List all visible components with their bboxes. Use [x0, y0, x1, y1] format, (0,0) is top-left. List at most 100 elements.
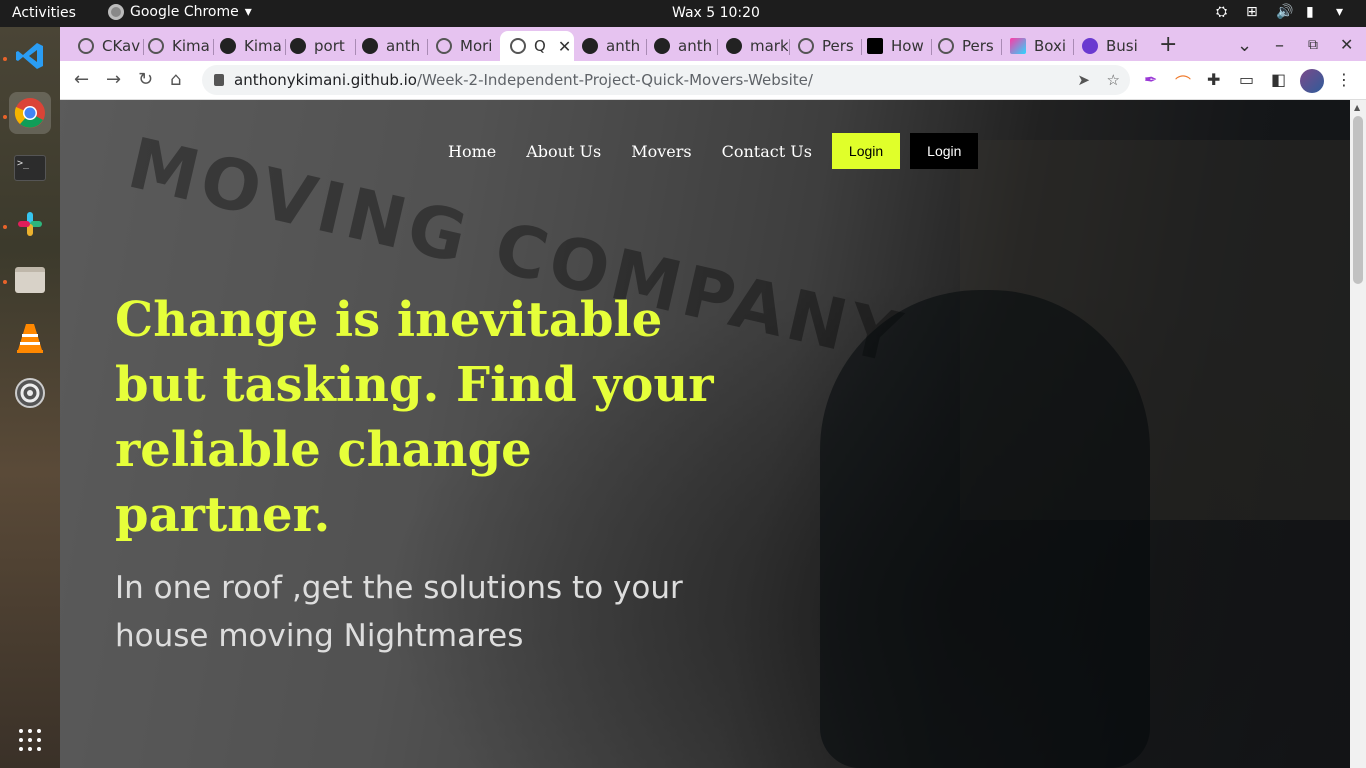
github-icon [290, 38, 306, 54]
address-bar[interactable]: anthonykimani.github.io/Week-2-Independe… [202, 65, 1130, 95]
dock: >_ [0, 27, 60, 768]
scrollbar-thumb[interactable] [1353, 116, 1363, 284]
terminal-icon[interactable]: >_ [9, 147, 51, 189]
github-icon [654, 38, 670, 54]
url-host: anthonykimani.github.io [234, 71, 417, 89]
globe-icon [938, 38, 954, 54]
tab-search-icon[interactable]: ⌄ [1237, 35, 1252, 56]
running-indicator [3, 225, 7, 229]
web-page: MOVING COMPANY Home About Us Movers Cont… [60, 100, 1350, 768]
nav-home-link[interactable]: Home [448, 142, 496, 161]
scroll-up-icon[interactable]: ▲ [1354, 103, 1360, 112]
vscode-icon[interactable] [9, 35, 51, 77]
nav-movers-link[interactable]: Movers [631, 142, 691, 161]
tab[interactable]: Pers [788, 31, 860, 61]
tab-active[interactable]: Q ✕ [500, 31, 574, 61]
clock[interactable]: Wax 5 10:20 [672, 5, 760, 21]
hero-subtitle: In one roof ,get the solutions to your h… [115, 570, 683, 654]
hero-title: Change is inevitable but tasking. Find y… [115, 292, 714, 543]
tab[interactable]: Busi [1072, 31, 1144, 61]
chrome-icon [108, 4, 124, 20]
nav-about-link[interactable]: About Us [526, 142, 601, 161]
login-button-primary[interactable]: Login [831, 133, 901, 169]
running-indicator [3, 280, 7, 284]
lock-icon[interactable] [214, 74, 224, 86]
home-icon[interactable]: ⌂ [170, 69, 181, 90]
running-indicator [3, 57, 7, 61]
site-navbar: Home About Us Movers Contact Us Login Lo… [448, 133, 979, 169]
globe-icon [510, 38, 526, 54]
activities-button[interactable]: Activities [12, 5, 76, 21]
profile-avatar[interactable] [1300, 69, 1324, 93]
extensions-puzzle-icon[interactable]: ✚ [1207, 70, 1220, 89]
system-top-bar: Activities Google Chrome ▾ Wax 5 10:20 ⛭… [0, 0, 1366, 27]
github-icon [726, 38, 742, 54]
tab[interactable]: port [280, 31, 352, 61]
new-tab-icon[interactable]: + [1159, 32, 1177, 57]
power-menu-icon[interactable]: ▾ [1336, 4, 1352, 20]
running-indicator [3, 115, 7, 119]
tab-label: Q [534, 37, 546, 55]
globe-icon [148, 38, 164, 54]
close-tab-icon[interactable]: ✕ [558, 37, 571, 56]
tab[interactable]: How [857, 31, 929, 61]
minimize-icon[interactable]: – [1275, 35, 1284, 56]
rainbow-extension-icon[interactable]: ⌒ [1175, 70, 1191, 94]
tab-label: port [314, 37, 345, 55]
menu-kebab-icon[interactable]: ⋮ [1336, 70, 1352, 89]
feather-extension-icon[interactable]: ✒ [1144, 70, 1157, 89]
tab[interactable]: Kima [210, 31, 282, 61]
tab-label: anth [386, 37, 421, 55]
battery-icon[interactable]: ▮ [1306, 4, 1322, 20]
caret-down-icon: ▾ [244, 4, 252, 20]
tab[interactable]: Pers [928, 31, 1000, 61]
tab[interactable]: anth [352, 31, 424, 61]
tab[interactable]: anth [572, 31, 644, 61]
url-path: /Week-2-Independent-Project-Quick-Movers… [416, 71, 813, 89]
tab-label: Busi [1106, 37, 1138, 55]
tab[interactable]: Kima [138, 31, 210, 61]
tab-strip: CKav Kima Kima port anth Mori Q ✕ anth an… [60, 27, 1366, 61]
files-icon[interactable] [9, 259, 51, 301]
tab-label: CKav [102, 37, 140, 55]
tab-label: mark [750, 37, 788, 55]
browser-toolbar: ← → ↻ ⌂ anthonykimani.github.io/Week-2-I… [60, 61, 1366, 100]
slack-icon[interactable] [9, 203, 51, 245]
tab-label: How [891, 37, 924, 55]
nav-contact-link[interactable]: Contact Us [722, 142, 812, 161]
tab[interactable]: CKav [68, 31, 140, 61]
side-panel-icon[interactable]: ◧ [1271, 70, 1286, 89]
tab-label: Pers [962, 37, 994, 55]
close-window-icon[interactable]: ✕ [1340, 35, 1353, 54]
globe-icon [436, 38, 452, 54]
login-button-secondary[interactable]: Login [910, 133, 979, 169]
app-grid-icon[interactable] [9, 719, 51, 761]
tab-label: Mori [460, 37, 493, 55]
github-icon [582, 38, 598, 54]
wired-network-icon[interactable]: ⊞ [1246, 4, 1262, 20]
tab-label: Kima [244, 37, 282, 55]
github-icon [362, 38, 378, 54]
volume-icon[interactable]: 🔊 [1276, 4, 1293, 20]
forward-icon[interactable]: → [106, 69, 121, 90]
app-menu-label: Google Chrome [130, 4, 239, 20]
tab[interactable]: Mori [426, 31, 498, 61]
tab[interactable]: Boxi [1000, 31, 1072, 61]
send-tab-icon[interactable]: ➤ [1077, 65, 1090, 95]
page-scrollbar[interactable]: ▲ [1350, 100, 1366, 768]
network-icon[interactable]: ⛭ [1216, 4, 1232, 20]
system-tray[interactable]: ⛭ ⊞ 🔊 ▮ ▾ [1216, 4, 1352, 20]
bookmark-star-icon[interactable]: ☆ [1107, 65, 1120, 95]
settings-icon[interactable] [9, 372, 51, 414]
vlc-icon[interactable] [9, 317, 51, 359]
cast-icon[interactable]: ▭ [1239, 70, 1254, 89]
globe-icon [78, 38, 94, 54]
tab[interactable]: anth [644, 31, 716, 61]
restore-icon[interactable]: ⧉ [1308, 37, 1318, 53]
chrome-icon[interactable] [9, 92, 51, 134]
app-menu[interactable]: Google Chrome ▾ [108, 4, 252, 20]
github-icon [220, 38, 236, 54]
tab[interactable]: mark [716, 31, 788, 61]
reload-icon[interactable]: ↻ [138, 69, 153, 90]
back-icon[interactable]: ← [74, 69, 89, 90]
